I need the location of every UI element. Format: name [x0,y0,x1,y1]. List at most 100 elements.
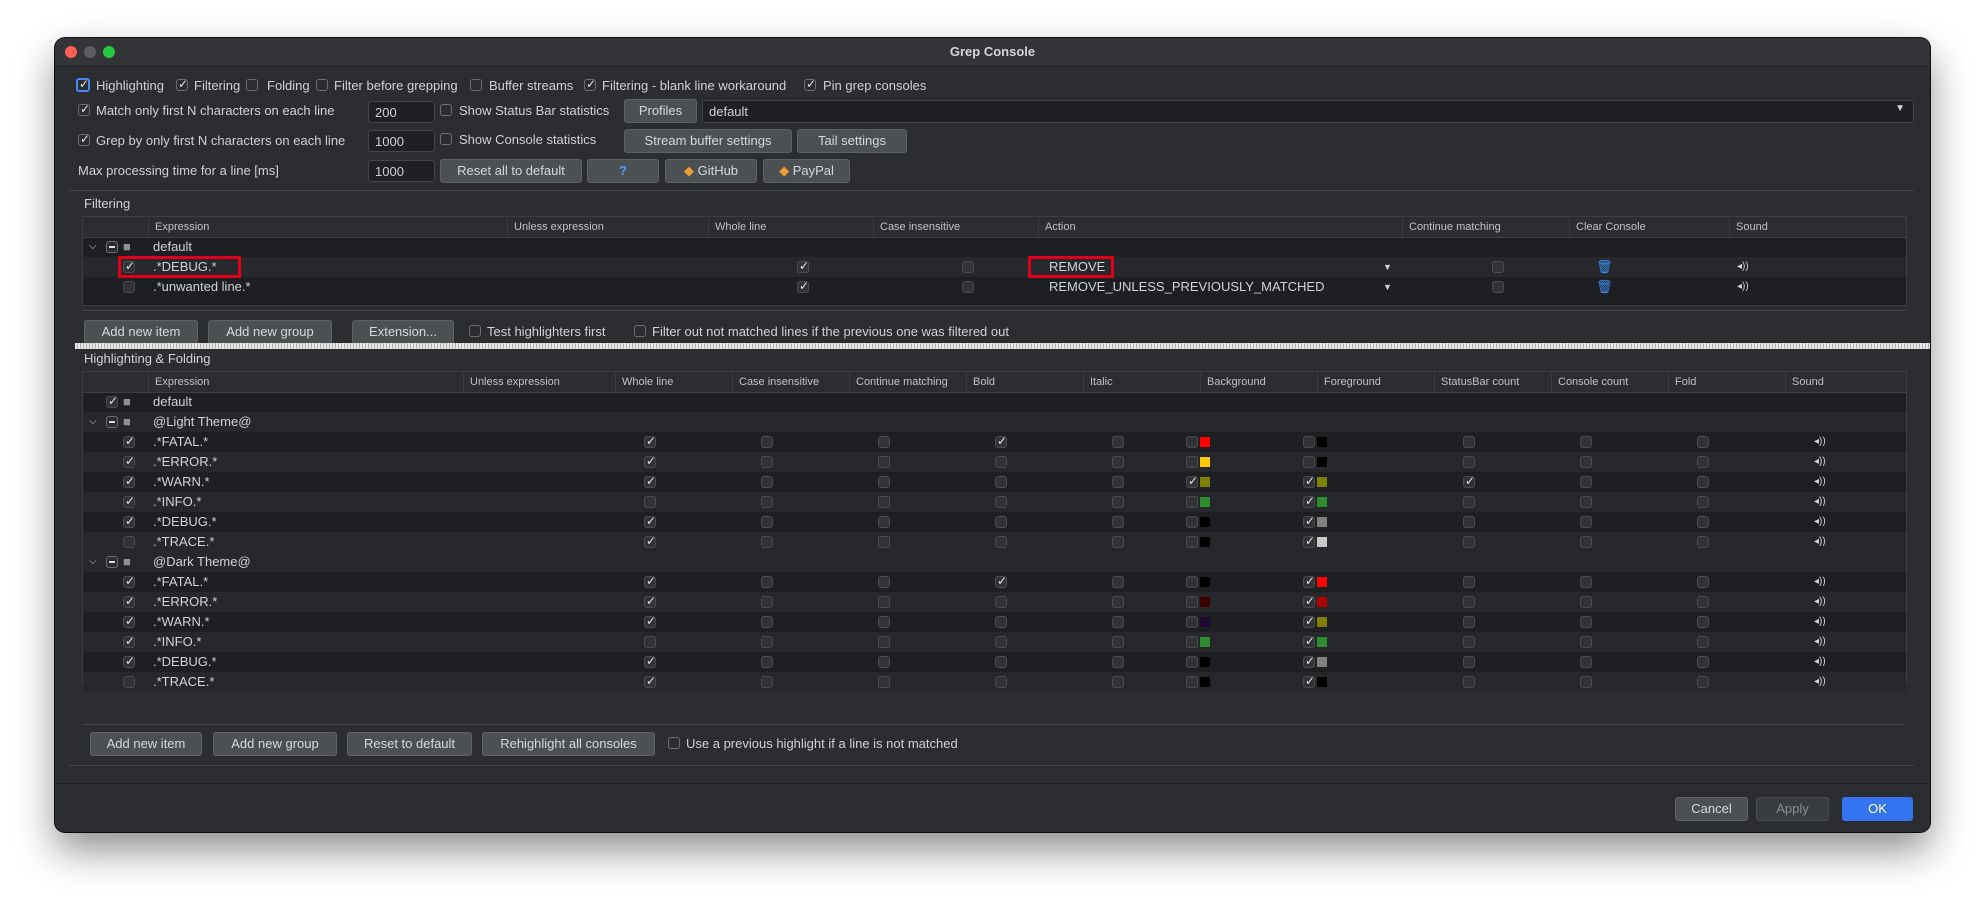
folding-checkbox[interactable] [246,79,258,91]
apply-button[interactable]: Apply [1756,797,1829,821]
column-header[interactable]: Bold [967,372,1084,392]
speaker-icon[interactable]: ◂)) [1814,472,1826,492]
expression-cell[interactable]: .*WARN.* [153,612,210,632]
statusbar-count-checkbox[interactable] [1463,656,1475,668]
table-row[interactable]: .*unwanted line.* REMOVE_UNLESS_PREVIOUS… [83,277,1906,297]
row-enabled-checkbox[interactable] [123,536,135,548]
console-count-checkbox[interactable] [1580,476,1592,488]
speaker-icon[interactable]: ◂)) [1814,452,1826,472]
column-header[interactable]: Action [1039,217,1403,237]
bold-checkbox[interactable] [995,676,1007,688]
whole-line-checkbox[interactable] [644,496,656,508]
statusbar-count-checkbox[interactable] [1463,616,1475,628]
fold-checkbox[interactable] [1697,456,1709,468]
continue-matching-checkbox[interactable] [878,476,890,488]
foreground-color-swatch[interactable] [1317,437,1327,447]
row-enabled-checkbox[interactable] [123,494,135,508]
column-header[interactable]: Italic [1084,372,1201,392]
row-enabled-checkbox[interactable] [123,654,135,668]
background-checkbox[interactable] [1186,576,1198,588]
whole-line-checkbox[interactable] [644,614,656,628]
fold-checkbox[interactable] [1697,616,1709,628]
whole-line-checkbox[interactable] [644,514,656,528]
continue-matching-checkbox[interactable] [878,656,890,668]
add-new-group-button[interactable]: Add new group [213,732,337,756]
italic-checkbox[interactable] [1112,656,1124,668]
expression-cell[interactable]: .*DEBUG.* [153,512,217,532]
show-status-bar-checkbox[interactable] [440,104,452,116]
speaker-icon[interactable]: ◂)) [1814,532,1826,552]
speaker-icon[interactable]: ◂)) [1814,652,1826,672]
help-button[interactable]: ? [587,159,659,183]
background-checkbox[interactable] [1186,496,1198,508]
table-row[interactable]: .*WARN.* ◂)) [83,472,1906,492]
chevron-down-icon[interactable]: ⌵ [89,237,97,257]
case-insensitive-checkbox[interactable] [761,536,773,548]
whole-line-checkbox[interactable] [644,454,656,468]
background-color-swatch[interactable] [1200,657,1210,667]
whole-line-checkbox[interactable] [644,636,656,648]
splitter-handle[interactable] [75,343,1930,349]
background-checkbox[interactable] [1186,616,1198,628]
console-count-checkbox[interactable] [1580,516,1592,528]
group-checkbox[interactable] [106,241,118,253]
fold-checkbox[interactable] [1697,496,1709,508]
console-count-checkbox[interactable] [1580,576,1592,588]
whole-line-checkbox[interactable] [644,674,656,688]
column-header[interactable]: Case insensitive [733,372,850,392]
add-new-item-button[interactable]: Add new item [84,320,198,344]
row-enabled-checkbox[interactable] [123,676,135,688]
chevron-down-icon[interactable]: ▼ [1383,257,1392,277]
row-enabled-checkbox[interactable] [123,634,135,648]
expression-cell[interactable]: .*TRACE.* [153,532,214,552]
background-checkbox[interactable] [1186,474,1198,488]
column-header[interactable]: Fold [1669,372,1786,392]
test-highlighters-first-checkbox[interactable] [469,325,481,337]
whole-line-checkbox[interactable] [797,259,809,273]
speaker-icon[interactable]: ◂)) [1814,432,1826,452]
bold-checkbox[interactable] [995,456,1007,468]
table-row[interactable]: .*ERROR.* ◂)) [83,452,1906,472]
continue-matching-checkbox[interactable] [1492,261,1504,273]
chevron-down-icon[interactable]: ⌵ [89,412,97,432]
add-new-item-button[interactable]: Add new item [90,732,202,756]
column-header[interactable]: StatusBar count [1435,372,1552,392]
console-count-checkbox[interactable] [1580,676,1592,688]
fold-checkbox[interactable] [1697,656,1709,668]
table-row[interactable]: .*ERROR.* ◂)) [83,592,1906,612]
bold-checkbox[interactable] [995,434,1007,448]
table-row[interactable]: .*INFO.* ◂)) [83,632,1906,652]
background-checkbox[interactable] [1186,436,1198,448]
action-cell[interactable]: REMOVE_UNLESS_PREVIOUSLY_MATCHED [1049,277,1324,297]
fold-checkbox[interactable] [1697,676,1709,688]
expression-cell[interactable]: .*DEBUG.* [153,652,217,672]
speaker-icon[interactable]: ◂)) [1814,592,1826,612]
bold-checkbox[interactable] [995,596,1007,608]
bold-checkbox[interactable] [995,636,1007,648]
statusbar-count-checkbox[interactable] [1463,576,1475,588]
filter-out-not-matched-checkbox[interactable] [634,325,646,337]
fold-checkbox[interactable] [1697,636,1709,648]
table-row[interactable]: .*DEBUG.* ◂)) [83,512,1906,532]
cancel-button[interactable]: Cancel [1675,797,1748,821]
column-header[interactable]: Background [1201,372,1318,392]
table-row[interactable]: .*INFO.* ◂)) [83,492,1906,512]
case-insensitive-checkbox[interactable] [761,636,773,648]
background-checkbox[interactable] [1186,656,1198,668]
paypal-button[interactable]: ◆ PayPal [763,159,850,183]
case-insensitive-checkbox[interactable] [962,281,974,293]
table-row[interactable]: .*DEBUG.* ◂)) [83,652,1906,672]
table-row[interactable]: .*FATAL.* ◂)) [83,572,1906,592]
bold-checkbox[interactable] [995,516,1007,528]
whole-line-checkbox[interactable] [644,594,656,608]
statusbar-count-checkbox[interactable] [1463,536,1475,548]
row-enabled-checkbox[interactable] [123,514,135,528]
continue-matching-checkbox[interactable] [878,516,890,528]
background-color-swatch[interactable] [1200,517,1210,527]
group-checkbox[interactable] [106,416,118,428]
fold-checkbox[interactable] [1697,536,1709,548]
profile-select[interactable]: default ▼ [702,100,1914,123]
background-checkbox[interactable] [1186,676,1198,688]
table-row[interactable]: .*WARN.* ◂)) [83,612,1906,632]
foreground-color-swatch[interactable] [1317,517,1327,527]
